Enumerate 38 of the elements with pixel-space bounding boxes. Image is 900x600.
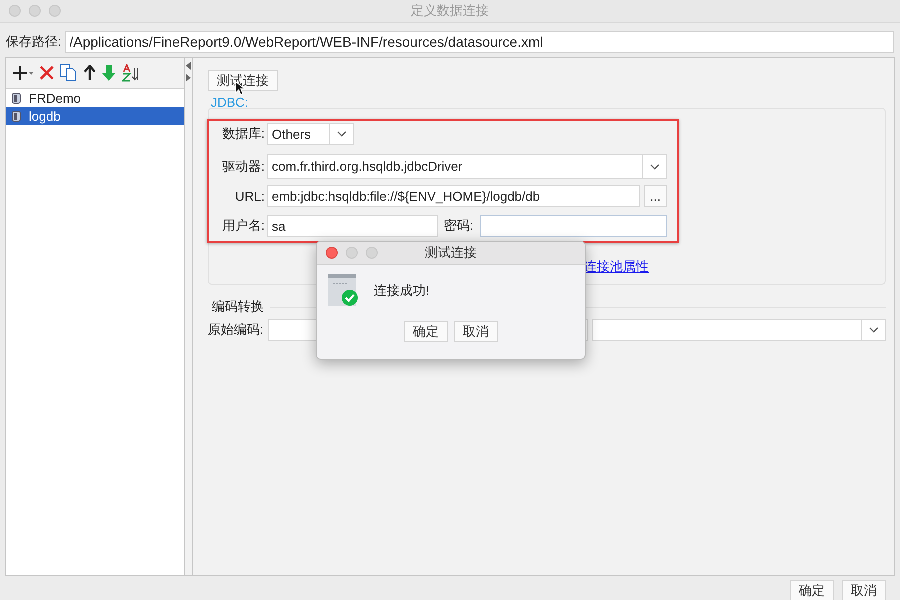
browse-button[interactable]: ... (644, 185, 667, 207)
encoding-section-title: 编码转换 (212, 298, 264, 316)
url-label: URL: (234, 188, 266, 204)
chevron-down-icon (868, 327, 878, 333)
password-label: 密码: (444, 217, 474, 235)
dialog-button[interactable]: 取消 (454, 321, 498, 342)
database-label: 数据库: (221, 125, 266, 143)
dialog-button[interactable]: 确定 (404, 321, 448, 342)
success-icon (328, 274, 360, 307)
connection-item[interactable]: FRDemo (6, 89, 184, 107)
copy-icon[interactable] (60, 64, 78, 82)
database-icon (12, 110, 21, 122)
save-path-field[interactable]: /Applications/FineReport9.0/WebReport/WEB-INF/resources/datasource.xml (64, 31, 894, 53)
jdbc-legend: JDBC: (211, 95, 886, 110)
window-title: 定义数据连接 (411, 2, 489, 20)
driver-label: 驱动器: (221, 158, 266, 176)
chevron-down-icon (336, 131, 346, 137)
username-label: 用户名: (221, 217, 266, 235)
move-up-icon[interactable] (84, 65, 96, 81)
collapse-left-icon[interactable] (186, 62, 191, 70)
move-down-icon[interactable] (102, 65, 116, 81)
url-field[interactable]: emb:jdbc:hsqldb:file://${ENV_HOME}/logdb/db (267, 185, 640, 207)
save-path-label: 保存路径: (6, 33, 62, 51)
database-icon (12, 92, 21, 104)
chevron-down-icon (650, 164, 660, 170)
add-icon[interactable] (12, 65, 34, 81)
close-button[interactable] (326, 247, 338, 259)
expand-right-icon[interactable] (186, 74, 191, 82)
username-field[interactable]: sa (267, 215, 438, 237)
connection-item[interactable]: logdb (6, 107, 184, 125)
sort-icon[interactable] (122, 64, 140, 82)
success-message: 连接成功! (374, 282, 430, 300)
delete-icon[interactable] (40, 66, 54, 80)
dialog-action-button[interactable]: 确定 (790, 580, 834, 600)
encoding-label: 原始编码: (208, 321, 264, 339)
password-field[interactable] (480, 215, 667, 237)
dialog-action-button[interactable]: 取消 (842, 580, 886, 600)
dialog-title: 测试连接 (425, 244, 477, 262)
